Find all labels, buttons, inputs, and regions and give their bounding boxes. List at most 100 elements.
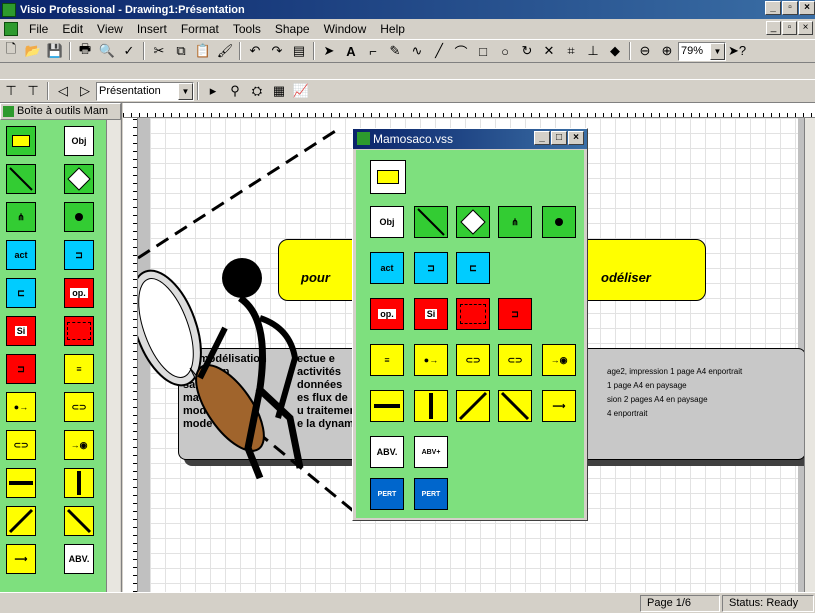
float-shape-arrow2[interactable]: ⟶ [542, 390, 576, 422]
previous-page-icon[interactable]: ◁ [52, 81, 74, 101]
stencil-shape-diamond[interactable] [64, 164, 94, 194]
stencil-shape-action[interactable]: act [6, 240, 36, 270]
stencil-shape-dot[interactable] [64, 202, 94, 232]
menu-window[interactable]: Window [317, 22, 374, 36]
spelling-icon[interactable]: ✓ [118, 41, 140, 61]
float-shape-pert1[interactable]: PERT [370, 478, 404, 510]
stencil-shape-target[interactable]: →◉ [64, 430, 94, 460]
menu-file[interactable]: File [22, 22, 55, 36]
chevron-down-icon[interactable]: ▼ [178, 82, 193, 100]
pointer-tool-icon[interactable]: ➤ [318, 41, 340, 61]
canvas-vertical-scrollbar[interactable] [804, 118, 815, 592]
line-tool-icon[interactable]: ╱ [428, 41, 450, 61]
float-shape-dot[interactable] [542, 206, 576, 238]
ellipse-tool-icon[interactable]: ○ [494, 41, 516, 61]
rectangle-tool-icon[interactable]: □ [472, 41, 494, 61]
stencil-shape-yellow-lines[interactable]: ≡ [64, 354, 94, 384]
float-shape-op[interactable]: op. [370, 298, 404, 330]
stencil-shape-cylinder[interactable]: ⊂⊃ [64, 392, 94, 422]
stencil-shape-hbar[interactable] [6, 468, 36, 498]
help-icon[interactable]: ➤? [726, 41, 748, 61]
stencil-shape-dashed[interactable] [64, 316, 94, 346]
stencil-shape-line[interactable] [6, 164, 36, 194]
float-shape-pert2[interactable]: PERT [414, 478, 448, 510]
text-tool-icon[interactable]: A [340, 41, 362, 61]
paste-icon[interactable]: 📋 [192, 41, 214, 61]
next-page-icon[interactable]: ▷ [74, 81, 96, 101]
stencil-shape-text[interactable] [6, 126, 36, 156]
menu-shape[interactable]: Shape [268, 22, 317, 36]
float-shape-flow[interactable]: ⊐ [414, 252, 448, 284]
floating-close-button[interactable]: × [568, 131, 584, 145]
stencil-shape-diag2[interactable] [64, 506, 94, 536]
stencil-shape-flow[interactable]: ⊐ [64, 240, 94, 270]
menu-insert[interactable]: Insert [130, 22, 174, 36]
stencil-open-icon[interactable]: ⛭ [246, 81, 268, 101]
bring-forward-icon[interactable]: ⊤ [0, 81, 22, 101]
float-shape-flow2[interactable]: ⊏ [456, 252, 490, 284]
stencil-shape-op[interactable]: op. [64, 278, 94, 308]
minimize-button[interactable]: _ [765, 1, 781, 15]
chart-icon[interactable]: 📈 [290, 81, 312, 101]
float-shape-red-flow[interactable]: ⊐ [498, 298, 532, 330]
arc-tool-icon[interactable]: ⌒ [450, 41, 472, 61]
doc-minimize-button[interactable]: _ [766, 21, 781, 35]
print-icon[interactable]: 🖶 [74, 41, 96, 61]
zoom-combo[interactable]: 79% ▼ [678, 41, 726, 61]
floating-minimize-button[interactable]: _ [534, 131, 550, 145]
float-shape-diag1[interactable] [456, 390, 490, 422]
float-shape-abv-texte[interactable]: ABV+ [414, 436, 448, 468]
new-icon[interactable]: 🗋 [0, 41, 22, 61]
float-shape-dashed[interactable] [456, 298, 490, 330]
stencil-shape-diag1[interactable] [6, 506, 36, 536]
grid-icon[interactable]: ▦ [268, 81, 290, 101]
float-shape-arrow[interactable]: ●→ [414, 344, 448, 376]
float-shape-hbar[interactable] [370, 390, 404, 422]
freeform-tool-icon[interactable]: ∿ [406, 41, 428, 61]
float-shape-object[interactable]: Obj [370, 206, 404, 238]
float-shape-cylinder2[interactable]: ⊂⊃ [498, 344, 532, 376]
rotation-tool-icon[interactable]: ↻ [516, 41, 538, 61]
stencil-shape-object[interactable]: Obj [64, 126, 94, 156]
float-shape-diag2[interactable] [498, 390, 532, 422]
float-shape-yellow-lines[interactable]: ≡ [370, 344, 404, 376]
stencil-scrollbar[interactable] [106, 120, 120, 592]
stencil-shape-si[interactable]: Si [6, 316, 36, 346]
open-icon[interactable]: 📂 [22, 41, 44, 61]
float-shape-text[interactable] [370, 160, 406, 194]
float-shape-action[interactable]: act [370, 252, 404, 284]
redo-icon[interactable]: ↷ [266, 41, 288, 61]
maximize-button[interactable]: ▫ [782, 1, 798, 15]
float-shape-si[interactable]: Si [414, 298, 448, 330]
chevron-down-icon[interactable]: ▼ [710, 42, 725, 60]
menu-view[interactable]: View [90, 22, 130, 36]
doc-close-button[interactable]: × [798, 21, 813, 35]
send-backward-icon[interactable]: ⊤ [22, 81, 44, 101]
stencil-shape-fork[interactable]: ⋔ [6, 202, 36, 232]
menu-edit[interactable]: Edit [55, 22, 90, 36]
float-shape-target[interactable]: →◉ [542, 344, 576, 376]
format-painter-icon[interactable]: 🖌 [214, 41, 236, 61]
crop-tool-icon[interactable]: ⌗ [560, 41, 582, 61]
stencil-shape-arrow2[interactable]: ⟶ [6, 544, 36, 574]
stencil-shape-flow2[interactable]: ⊏ [6, 278, 36, 308]
shapes-icon[interactable]: ▤ [288, 41, 310, 61]
stencil-shape-abv[interactable]: ABV. [64, 544, 94, 574]
zoom-out-icon[interactable]: ⊖ [634, 41, 656, 61]
float-shape-fork[interactable]: ⋔ [498, 206, 532, 238]
zoom-in-icon[interactable]: ⊕ [656, 41, 678, 61]
stamp-tool-icon[interactable]: ⊥ [582, 41, 604, 61]
float-shape-vbar[interactable] [414, 390, 448, 422]
cut-icon[interactable]: ✂ [148, 41, 170, 61]
float-shape-line[interactable] [414, 206, 448, 238]
stencil-shape-red-flow[interactable]: ⊐ [6, 354, 36, 384]
menu-help[interactable]: Help [373, 22, 412, 36]
layers-icon[interactable]: ⚲ [224, 81, 246, 101]
floating-window-title-bar[interactable]: Mamosaco.vss _ □ × [353, 129, 587, 149]
close-button[interactable]: × [799, 1, 815, 15]
stencil-shape-vbar[interactable] [64, 468, 94, 498]
stencil-icon[interactable]: ◆ [604, 41, 626, 61]
float-shape-abv[interactable]: ABV. [370, 436, 404, 468]
stencil-header[interactable]: Boîte à outils Mam [0, 103, 121, 120]
floating-maximize-button[interactable]: □ [551, 131, 567, 145]
